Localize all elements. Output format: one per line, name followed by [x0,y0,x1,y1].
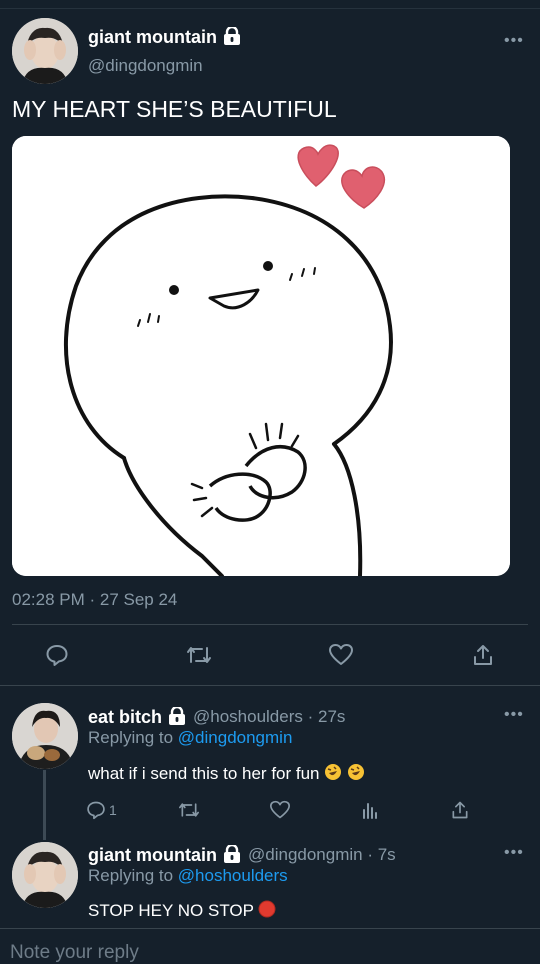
retweet-button[interactable] [182,638,216,672]
lock-icon [223,843,241,868]
reply-button[interactable] [40,638,74,672]
heart-icon [329,644,353,665]
analytics-button[interactable] [353,793,387,827]
retweet-icon [187,647,211,663]
handle[interactable]: @hoshoulders · 27s [193,707,345,727]
rofl-emoji [324,763,342,786]
heart-icon [270,800,290,819]
tweet-image[interactable] [12,136,510,576]
replying-to: Replying to @dingdongmin [88,728,293,747]
share-button[interactable] [443,793,477,827]
stop-sign-emoji [258,900,276,923]
reply-button[interactable]: 1 [86,793,134,827]
reply-text: what if i send this to her for fun [88,763,365,786]
avatar[interactable] [12,703,78,769]
lock-icon [168,705,186,730]
tweet-text: MY HEART SHE’S BEAUTIFUL [12,96,337,122]
retweet-icon [178,803,199,817]
top-divider [0,8,540,9]
handle[interactable]: @dingdongmin · 7s [248,845,396,865]
mention-link[interactable]: @dingdongmin [178,728,293,747]
replying-to: Replying to @hoshoulders [88,866,288,885]
analytics-icon [363,803,377,819]
lock-icon [223,25,241,50]
avatar[interactable] [12,842,78,908]
more-options-icon[interactable]: ••• [504,706,524,724]
like-button[interactable] [263,793,297,827]
share-icon [452,801,468,819]
mention-link[interactable]: @hoshoulders [178,866,288,885]
display-name[interactable]: giant mountain [88,843,241,868]
avatar[interactable] [12,18,78,84]
display-name[interactable]: giant mountain [88,25,241,50]
retweet-button[interactable] [172,793,206,827]
rofl-emoji [347,763,365,786]
reply-composer-input[interactable]: Note your reply [10,942,139,964]
reply-time: · 27s [307,707,346,726]
more-options-icon[interactable]: ••• [504,32,524,50]
divider [12,624,528,625]
reply-icon [87,801,105,820]
share-icon [474,645,492,665]
tweet-timestamp: 02:28 PM · 27 Sep 24 [12,590,178,609]
reply-count: 1 [109,802,117,818]
reply-time: · 7s [367,845,396,864]
thread-line [43,770,46,840]
reply-text: STOP HEY NO STOP [88,900,276,923]
divider [0,685,540,686]
display-name[interactable]: eat bitch [88,705,186,730]
like-button[interactable] [324,638,358,672]
reply-icon [46,645,68,666]
handle[interactable]: @dingdongmin [88,56,203,76]
more-options-icon[interactable]: ••• [504,844,524,862]
share-button[interactable] [466,638,500,672]
divider [0,928,540,929]
